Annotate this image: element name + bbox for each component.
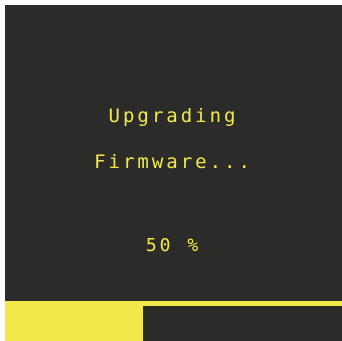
status-title-line1: Upgrading xyxy=(108,105,239,127)
firmware-upgrade-screen: Upgrading Firmware... 50 % xyxy=(5,5,342,341)
progress-percent-label: 50 % xyxy=(145,235,202,256)
progress-bar xyxy=(5,301,342,341)
status-title-line2: Firmware... xyxy=(94,151,253,173)
progress-fill xyxy=(5,306,143,341)
